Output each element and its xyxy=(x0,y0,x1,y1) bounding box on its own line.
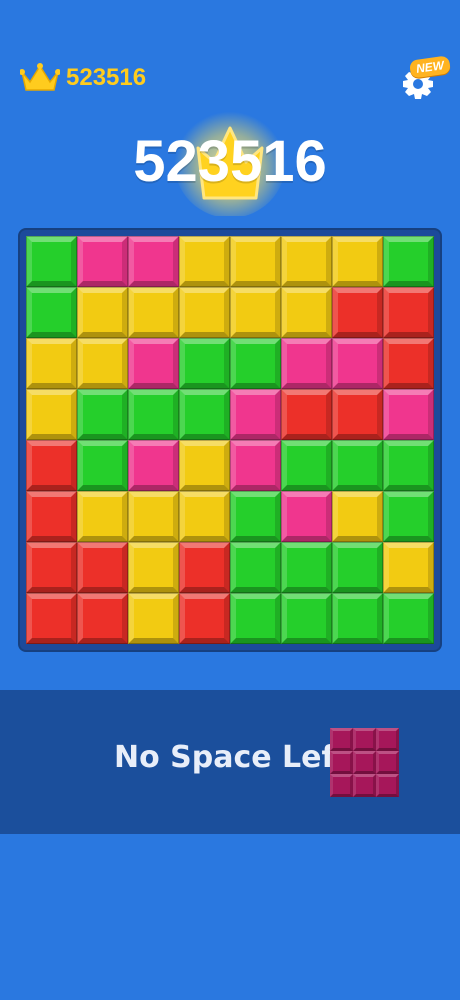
board-cell[interactable] xyxy=(383,593,434,644)
board-cell[interactable] xyxy=(26,542,77,593)
board-cell[interactable] xyxy=(383,542,434,593)
board-cell[interactable] xyxy=(77,389,128,440)
board-cell[interactable] xyxy=(26,287,77,338)
piece-block[interactable] xyxy=(330,774,353,797)
board-cell[interactable] xyxy=(179,593,230,644)
board-cell[interactable] xyxy=(77,338,128,389)
board-cell[interactable] xyxy=(230,593,281,644)
board-cell[interactable] xyxy=(26,593,77,644)
piece-block[interactable] xyxy=(376,751,399,774)
board-cell[interactable] xyxy=(179,440,230,491)
board-cell[interactable] xyxy=(230,338,281,389)
board-cell[interactable] xyxy=(281,593,332,644)
board-cell[interactable] xyxy=(383,440,434,491)
board-cell[interactable] xyxy=(77,542,128,593)
board-grid[interactable] xyxy=(26,236,434,644)
board-cell[interactable] xyxy=(128,542,179,593)
board-cell[interactable] xyxy=(128,236,179,287)
board-cell[interactable] xyxy=(26,338,77,389)
board-cell[interactable] xyxy=(179,287,230,338)
board-cell[interactable] xyxy=(77,491,128,542)
board-cell[interactable] xyxy=(281,491,332,542)
board-cell[interactable] xyxy=(332,542,383,593)
board-cell[interactable] xyxy=(128,440,179,491)
board-cell[interactable] xyxy=(383,491,434,542)
board-cell[interactable] xyxy=(230,440,281,491)
board-cell[interactable] xyxy=(281,389,332,440)
piece-block[interactable] xyxy=(376,728,399,751)
board-cell[interactable] xyxy=(281,542,332,593)
board-cell[interactable] xyxy=(281,287,332,338)
board-cell[interactable] xyxy=(77,593,128,644)
board-cell[interactable] xyxy=(230,236,281,287)
board-cell[interactable] xyxy=(77,236,128,287)
board-cell[interactable] xyxy=(332,440,383,491)
board-cell[interactable] xyxy=(26,440,77,491)
piece-block[interactable] xyxy=(353,751,376,774)
board-cell[interactable] xyxy=(332,236,383,287)
game-board[interactable] xyxy=(20,230,440,650)
board-cell[interactable] xyxy=(128,287,179,338)
board-cell[interactable] xyxy=(281,338,332,389)
board-cell[interactable] xyxy=(230,287,281,338)
board-cell[interactable] xyxy=(383,389,434,440)
new-badge: NEW xyxy=(408,55,452,79)
board-cell[interactable] xyxy=(383,236,434,287)
board-cell[interactable] xyxy=(332,593,383,644)
board-cell[interactable] xyxy=(230,389,281,440)
board-cell[interactable] xyxy=(383,338,434,389)
board-cell[interactable] xyxy=(128,593,179,644)
best-score-display: 523516 xyxy=(20,62,146,94)
board-cell[interactable] xyxy=(128,338,179,389)
board-cell[interactable] xyxy=(179,236,230,287)
board-cell[interactable] xyxy=(179,389,230,440)
board-cell[interactable] xyxy=(332,338,383,389)
board-cell[interactable] xyxy=(383,287,434,338)
board-cell[interactable] xyxy=(26,389,77,440)
board-cell[interactable] xyxy=(332,491,383,542)
board-cell[interactable] xyxy=(26,236,77,287)
board-cell[interactable] xyxy=(281,236,332,287)
piece-block[interactable] xyxy=(330,751,353,774)
board-cell[interactable] xyxy=(128,389,179,440)
board-cell[interactable] xyxy=(332,287,383,338)
piece-block[interactable] xyxy=(330,728,353,751)
piece-block[interactable] xyxy=(353,774,376,797)
board-cell[interactable] xyxy=(332,389,383,440)
board-cell[interactable] xyxy=(179,491,230,542)
next-piece[interactable] xyxy=(330,728,399,797)
best-score-value: 523516 xyxy=(66,64,147,91)
current-score: 523516 xyxy=(133,129,327,194)
board-cell[interactable] xyxy=(230,491,281,542)
board-cell[interactable] xyxy=(77,287,128,338)
board-cell[interactable] xyxy=(77,440,128,491)
crown-icon xyxy=(20,63,60,91)
board-cell[interactable] xyxy=(179,338,230,389)
board-cell[interactable] xyxy=(179,542,230,593)
piece-block[interactable] xyxy=(376,774,399,797)
board-cell[interactable] xyxy=(230,542,281,593)
board-cell[interactable] xyxy=(128,491,179,542)
board-cell[interactable] xyxy=(281,440,332,491)
no-space-message: No Space Left xyxy=(114,740,349,775)
piece-block[interactable] xyxy=(353,728,376,751)
board-cell[interactable] xyxy=(26,491,77,542)
